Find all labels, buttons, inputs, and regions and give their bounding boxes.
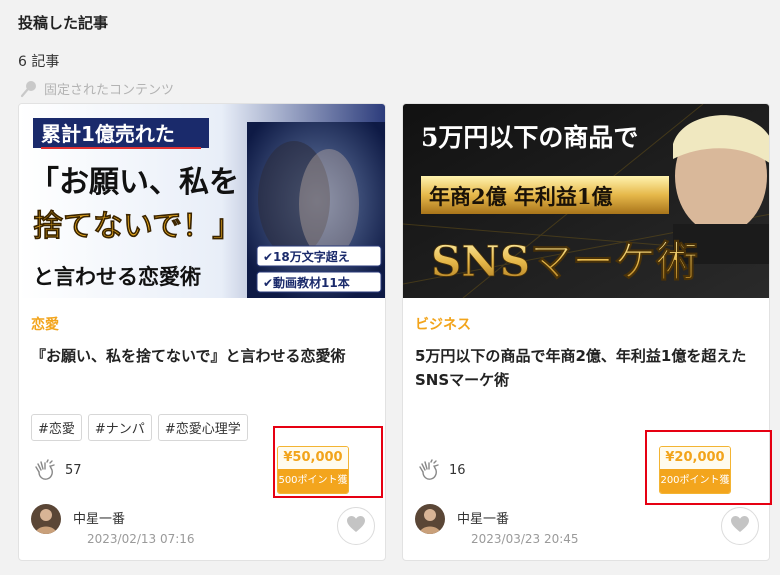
tag[interactable]: #ナンパ — [87, 414, 152, 441]
pinned-label-text: 固定されたコンテンツ — [44, 83, 175, 98]
thumbnail-badge2: ✔動画教材11本 — [263, 275, 350, 290]
clap-icon — [33, 458, 57, 482]
article-thumbnail[interactable]: 累計1億売れた 「お願い、私を 捨てないで！」 と言わせる恋愛術 ✔18万文字超… — [19, 104, 385, 298]
like-count-value: 57 — [65, 462, 82, 478]
heart-icon — [346, 515, 366, 537]
like-count: 16 — [417, 458, 466, 482]
author-row: 中星一番 2023/02/13 07:16 — [31, 504, 375, 548]
pinned-label: 固定されたコンテンツ — [20, 79, 174, 98]
tag[interactable]: #恋愛心理学 — [157, 414, 248, 441]
post-date: 2023/03/23 20:45 — [471, 532, 579, 546]
price-highlight-box — [645, 430, 772, 505]
article-category[interactable]: 恋愛 — [31, 314, 59, 334]
thumbnail-badge1: ✔18万文字超え — [263, 249, 350, 264]
thumbnail-line3: 捨てないで！」 — [33, 209, 242, 244]
author-name[interactable]: 中星一番 — [73, 508, 125, 527]
thumbnail-line2: 年商2億 年利益1億 — [429, 184, 613, 209]
avatar[interactable] — [31, 504, 61, 534]
author-name[interactable]: 中星一番 — [457, 508, 509, 527]
avatar[interactable] — [415, 504, 445, 534]
thumbnail-line4: と言わせる恋愛術 — [33, 264, 201, 289]
article-thumbnail[interactable]: 5万円以下の商品で 年商2億 年利益1億 SNSマーケ術 — [403, 104, 769, 298]
thumbnail-line3: SNSマーケ術 — [431, 237, 698, 286]
clap-icon — [417, 458, 441, 482]
article-category[interactable]: ビジネス — [415, 314, 471, 334]
article-count: 6 記事 — [18, 54, 60, 70]
like-count: 57 — [33, 458, 82, 482]
author-row: 中星一番 2023/03/23 20:45 — [415, 504, 759, 548]
post-date: 2023/02/13 07:16 — [87, 532, 195, 546]
article-title[interactable]: 『お願い、私を捨てないで』と言わせる恋愛術 — [31, 344, 375, 368]
thumbnail-line1: 5万円以下の商品で — [421, 123, 638, 152]
article-title[interactable]: 5万円以下の商品で年商2億、年利益1億を超えたSNSマーケ術 — [415, 344, 759, 392]
price-highlight-box — [273, 426, 383, 498]
pin-icon — [20, 80, 38, 98]
like-button[interactable] — [337, 507, 375, 545]
like-button[interactable] — [721, 507, 759, 545]
thumbnail-line2: 「お願い、私を — [29, 165, 239, 200]
section-title: 投稿した記事 — [18, 14, 109, 32]
tag-list: #恋愛 #ナンパ #恋愛心理学 — [31, 414, 248, 441]
tag[interactable]: #恋愛 — [31, 414, 82, 441]
heart-icon — [730, 515, 750, 537]
thumbnail-line1: 累計1億売れた — [41, 122, 175, 146]
like-count-value: 16 — [449, 462, 466, 478]
